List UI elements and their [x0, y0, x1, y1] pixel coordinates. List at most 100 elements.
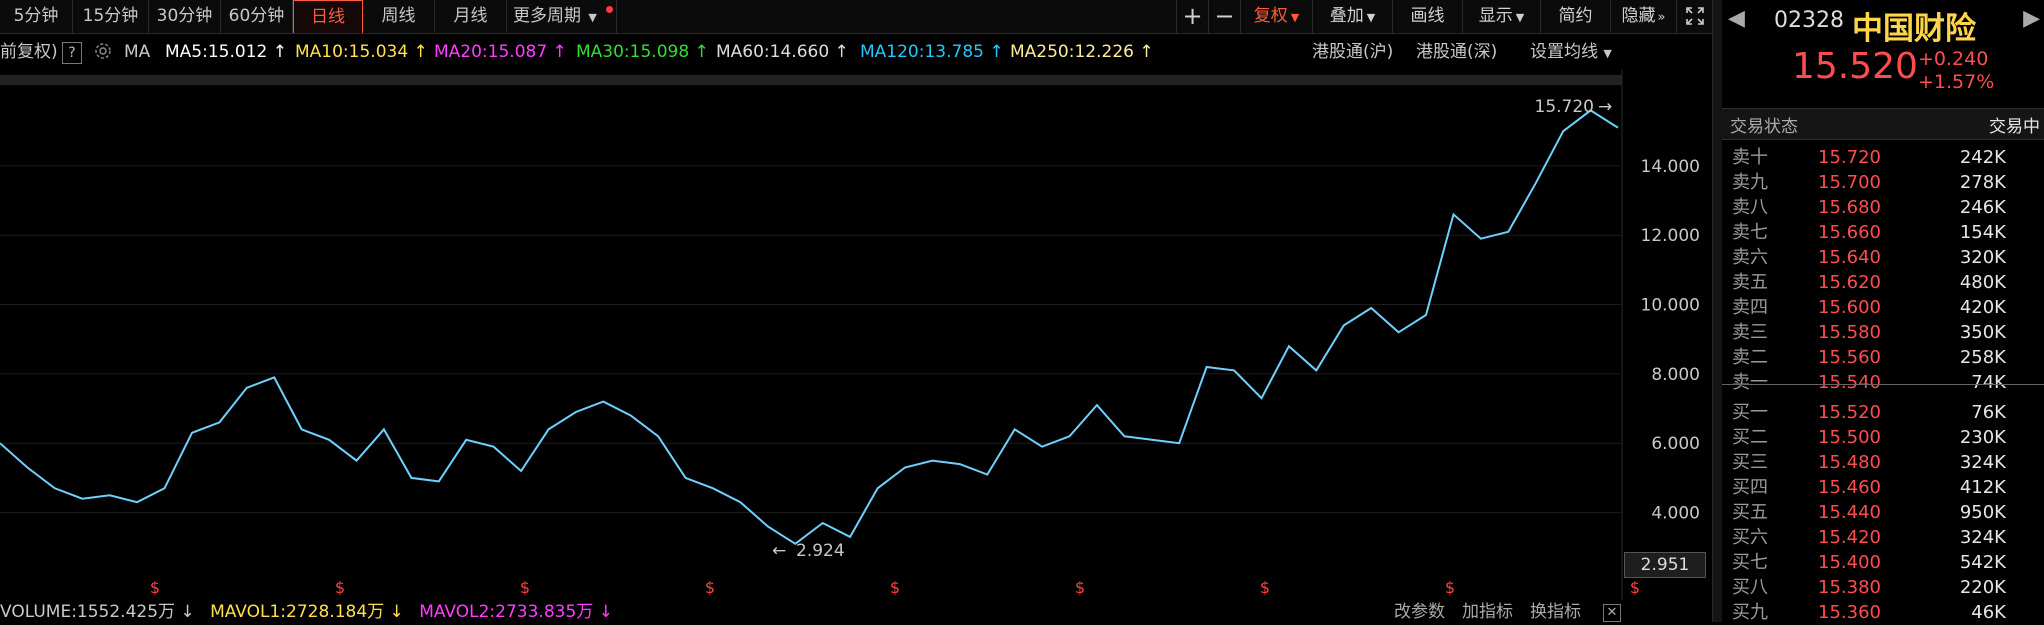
bid-row[interactable]: 买六 15.420 324K [1722, 525, 2044, 550]
ma60-text: MA60:14.660 [716, 42, 830, 62]
y-tick-label: 4.000 [1651, 504, 1700, 524]
level-volume: 76K [1971, 402, 2006, 423]
ma5-value: MA5:15.012 ↑ [165, 42, 287, 62]
level-label: 卖六 [1732, 247, 1768, 268]
event-marker[interactable]: $ [1075, 578, 1085, 597]
level-price: 15.360 [1818, 602, 1881, 623]
change-params-link[interactable]: 改参数 [1394, 602, 1445, 622]
help-button[interactable]: ? [62, 38, 82, 66]
hk-connect-sz-link[interactable]: 港股通(深) [1416, 38, 1497, 66]
prev-stock-icon[interactable]: ◀ [1728, 6, 1745, 31]
level-price: 15.600 [1818, 297, 1881, 318]
ma5-text: MA5:15.012 [165, 42, 268, 62]
ask-row[interactable]: 卖十 15.720 242K [1722, 145, 2044, 170]
next-stock-icon[interactable]: ▶ [2023, 6, 2040, 31]
low-label: 2.924 [796, 541, 845, 561]
bid-row[interactable]: 买五 15.440 950K [1722, 500, 2044, 525]
bid-row[interactable]: 买一 15.520 76K [1722, 400, 2044, 425]
event-marker[interactable]: $ [1260, 578, 1270, 597]
quote-panel: ◀ 02328 中国财险 ▶ 15.520 +0.240 +1.57% 交易状态… [1722, 0, 2044, 625]
hk-connect-sh-link[interactable]: 港股通(沪) [1312, 38, 1393, 66]
gear-icon[interactable] [94, 38, 112, 66]
stock-code: 02328 [1774, 8, 1844, 33]
help-icon: ? [62, 42, 82, 64]
add-indicator-link[interactable]: 加指标 [1462, 602, 1513, 622]
bid-ask-divider [1722, 384, 2044, 385]
level-label: 买五 [1732, 502, 1768, 523]
zoom-in-button[interactable]: + [1176, 0, 1208, 33]
event-marker[interactable]: $ [890, 578, 900, 597]
tab-15min[interactable]: 15分钟 [73, 0, 149, 33]
ask-row[interactable]: 卖八 15.680 246K [1722, 195, 2044, 220]
level-volume: 320K [1959, 247, 2006, 268]
ask-row[interactable]: 卖三 15.580 350K [1722, 320, 2044, 345]
level-volume: 242K [1959, 147, 2006, 168]
level-volume: 258K [1959, 347, 2006, 368]
event-marker[interactable]: $ [1445, 578, 1455, 597]
status-value: 交易中 [1989, 117, 2040, 137]
level-price: 15.500 [1818, 427, 1881, 448]
level-volume: 542K [1959, 552, 2006, 573]
ma-settings-label: 设置均线 [1530, 42, 1598, 62]
event-marker[interactable]: $ [150, 578, 160, 597]
bid-row[interactable]: 买三 15.480 324K [1722, 450, 2044, 475]
y-tick-label: 8.000 [1651, 365, 1700, 385]
tab-more-periods[interactable]: 更多周期 ▼ [507, 0, 617, 33]
bid-row[interactable]: 买九 15.360 46K [1722, 600, 2044, 625]
event-marker[interactable]: $ [705, 578, 715, 597]
level-price: 15.680 [1818, 197, 1881, 218]
ask-row[interactable]: 卖一 15.540 74K [1722, 370, 2044, 395]
ask-row[interactable]: 卖六 15.640 320K [1722, 245, 2044, 270]
status-label: 交易状态 [1730, 117, 1798, 137]
bid-row[interactable]: 买八 15.380 220K [1722, 575, 2044, 600]
ask-row[interactable]: 卖二 15.560 258K [1722, 345, 2044, 370]
expand-icon [1685, 7, 1704, 25]
double-chevron-right-icon: » [1657, 10, 1666, 25]
display-button[interactable]: 显示 ▼ [1462, 0, 1540, 33]
level-price: 15.560 [1818, 347, 1881, 368]
zoom-out-button[interactable]: − [1208, 0, 1240, 33]
level-label: 卖八 [1732, 197, 1768, 218]
ask-row[interactable]: 卖七 15.660 154K [1722, 220, 2044, 245]
overlay-button[interactable]: 叠加 ▼ [1312, 0, 1392, 33]
level-price: 15.620 [1818, 272, 1881, 293]
chevron-down-icon: ▼ [1366, 11, 1376, 24]
tab-60min[interactable]: 60分钟 [221, 0, 293, 33]
simple-button[interactable]: 简约 [1540, 0, 1610, 33]
event-marker[interactable]: $ [1630, 578, 1640, 597]
ma-legend-row: 前复权) ? MA MA5:15.012 ↑ MA10:15.034 ↑ MA2… [0, 38, 1630, 66]
tab-daily[interactable]: 日线 [293, 0, 363, 33]
hide-button[interactable]: 隐藏» [1610, 0, 1676, 33]
level-label: 买七 [1732, 552, 1768, 573]
bid-row[interactable]: 买四 15.460 412K [1722, 475, 2044, 500]
tab-30min[interactable]: 30分钟 [149, 0, 221, 33]
stock-header: ◀ 02328 中国财险 ▶ 15.520 +0.240 +1.57% [1722, 0, 2044, 100]
event-marker[interactable]: $ [520, 578, 530, 597]
close-icon[interactable]: ✕ [1603, 604, 1621, 622]
level-volume: 324K [1959, 452, 2006, 473]
ask-row[interactable]: 卖九 15.700 278K [1722, 170, 2044, 195]
event-marker[interactable]: $ [335, 578, 345, 597]
adjust-mode-label: 前复权) [0, 42, 58, 62]
level-label: 买一 [1732, 402, 1768, 423]
ma-settings-button[interactable]: 设置均线 ▼ [1530, 38, 1612, 68]
fuquan-button[interactable]: 复权 ▼ [1240, 0, 1312, 33]
draw-line-button[interactable]: 画线 [1392, 0, 1462, 33]
level-label: 卖二 [1732, 347, 1768, 368]
stock-name: 中国财险 [1852, 11, 1976, 47]
bid-row[interactable]: 买二 15.500 230K [1722, 425, 2044, 450]
ask-row[interactable]: 卖五 15.620 480K [1722, 270, 2044, 295]
level-volume: 350K [1959, 322, 2006, 343]
bid-row[interactable]: 买七 15.400 542K [1722, 550, 2044, 575]
switch-indicator-link[interactable]: 换指标 [1530, 602, 1581, 622]
ma250-text: MA250:12.226 [1010, 42, 1134, 62]
ma10-text: MA10:15.034 [295, 42, 409, 62]
expand-button[interactable] [1676, 0, 1712, 33]
level-volume: 324K [1959, 527, 2006, 548]
tab-weekly[interactable]: 周线 [363, 0, 435, 33]
tab-monthly[interactable]: 月线 [435, 0, 507, 33]
ask-row[interactable]: 卖四 15.600 420K [1722, 295, 2044, 320]
tab-5min[interactable]: 5分钟 [0, 0, 73, 33]
level-price: 15.480 [1818, 452, 1881, 473]
kline-chart[interactable]: 4.000 6.000 8.000 10.000 12.000 14.000 $ $ $ $ $ $… [0, 70, 1880, 600]
